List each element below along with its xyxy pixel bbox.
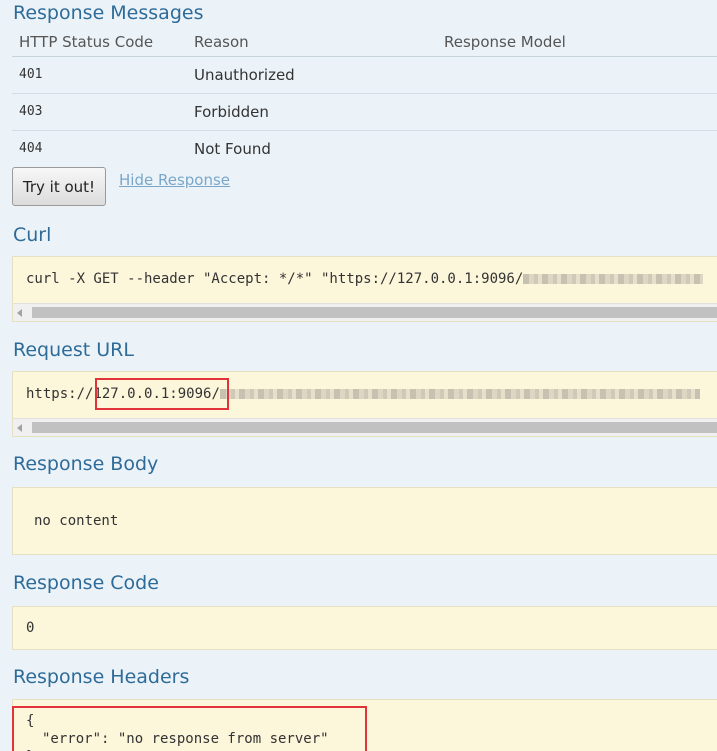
request-url-horizontal-scrollbar[interactable]	[13, 418, 717, 436]
json-open-brace: {	[26, 713, 35, 729]
curl-title: Curl	[13, 224, 52, 246]
table-row: 401 Unauthorized	[12, 57, 717, 94]
url-host: 127.0.0.1:9096	[93, 386, 212, 402]
request-url-title: Request URL	[13, 339, 134, 361]
reason: Not Found	[194, 140, 271, 158]
reason: Forbidden	[194, 103, 269, 121]
response-code-title: Response Code	[13, 572, 159, 594]
table-header: HTTP Status Code Reason Response Model	[12, 30, 717, 57]
response-headers-box: { "error": "no response from server" }	[12, 699, 717, 751]
status-code: 404	[19, 141, 43, 156]
response-messages-title: Response Messages	[13, 2, 204, 24]
response-headers-title: Response Headers	[13, 666, 190, 688]
request-url-box: https://127.0.0.1:9096/	[12, 371, 717, 437]
column-header-response-model: Response Model	[444, 33, 566, 51]
curl-command: curl -X GET --header "Accept: */*" "http…	[26, 271, 524, 287]
hide-response-link[interactable]: Hide Response	[119, 171, 230, 189]
url-slash: /	[211, 386, 220, 402]
scroll-left-icon[interactable]	[17, 309, 22, 317]
redacted-path	[219, 389, 700, 399]
response-code-box: 0	[12, 606, 717, 650]
try-it-out-button[interactable]: Try it out!	[12, 167, 106, 206]
response-body-title: Response Body	[13, 453, 159, 475]
status-code: 403	[19, 104, 43, 119]
response-body-value: no content	[34, 513, 119, 529]
response-body-box: no content	[12, 487, 717, 555]
status-code: 401	[19, 67, 43, 82]
column-header-status-code: HTTP Status Code	[19, 33, 154, 51]
scroll-left-icon[interactable]	[17, 424, 22, 432]
reason: Unauthorized	[194, 66, 295, 84]
url-prefix: https://	[26, 386, 94, 402]
table-row: 404 Not Found	[12, 131, 717, 167]
error-line: "error": "no response from server"	[42, 731, 329, 747]
redacted-path	[523, 274, 704, 284]
scrollbar-thumb[interactable]	[32, 422, 717, 433]
column-header-reason: Reason	[194, 33, 249, 51]
response-code-value: 0	[26, 620, 35, 636]
curl-command-box: curl -X GET --header "Accept: */*" "http…	[12, 256, 717, 322]
curl-horizontal-scrollbar[interactable]	[13, 303, 717, 321]
scrollbar-thumb[interactable]	[32, 307, 717, 318]
response-messages-table: HTTP Status Code Reason Response Model 4…	[12, 30, 717, 167]
table-row: 403 Forbidden	[12, 94, 717, 131]
